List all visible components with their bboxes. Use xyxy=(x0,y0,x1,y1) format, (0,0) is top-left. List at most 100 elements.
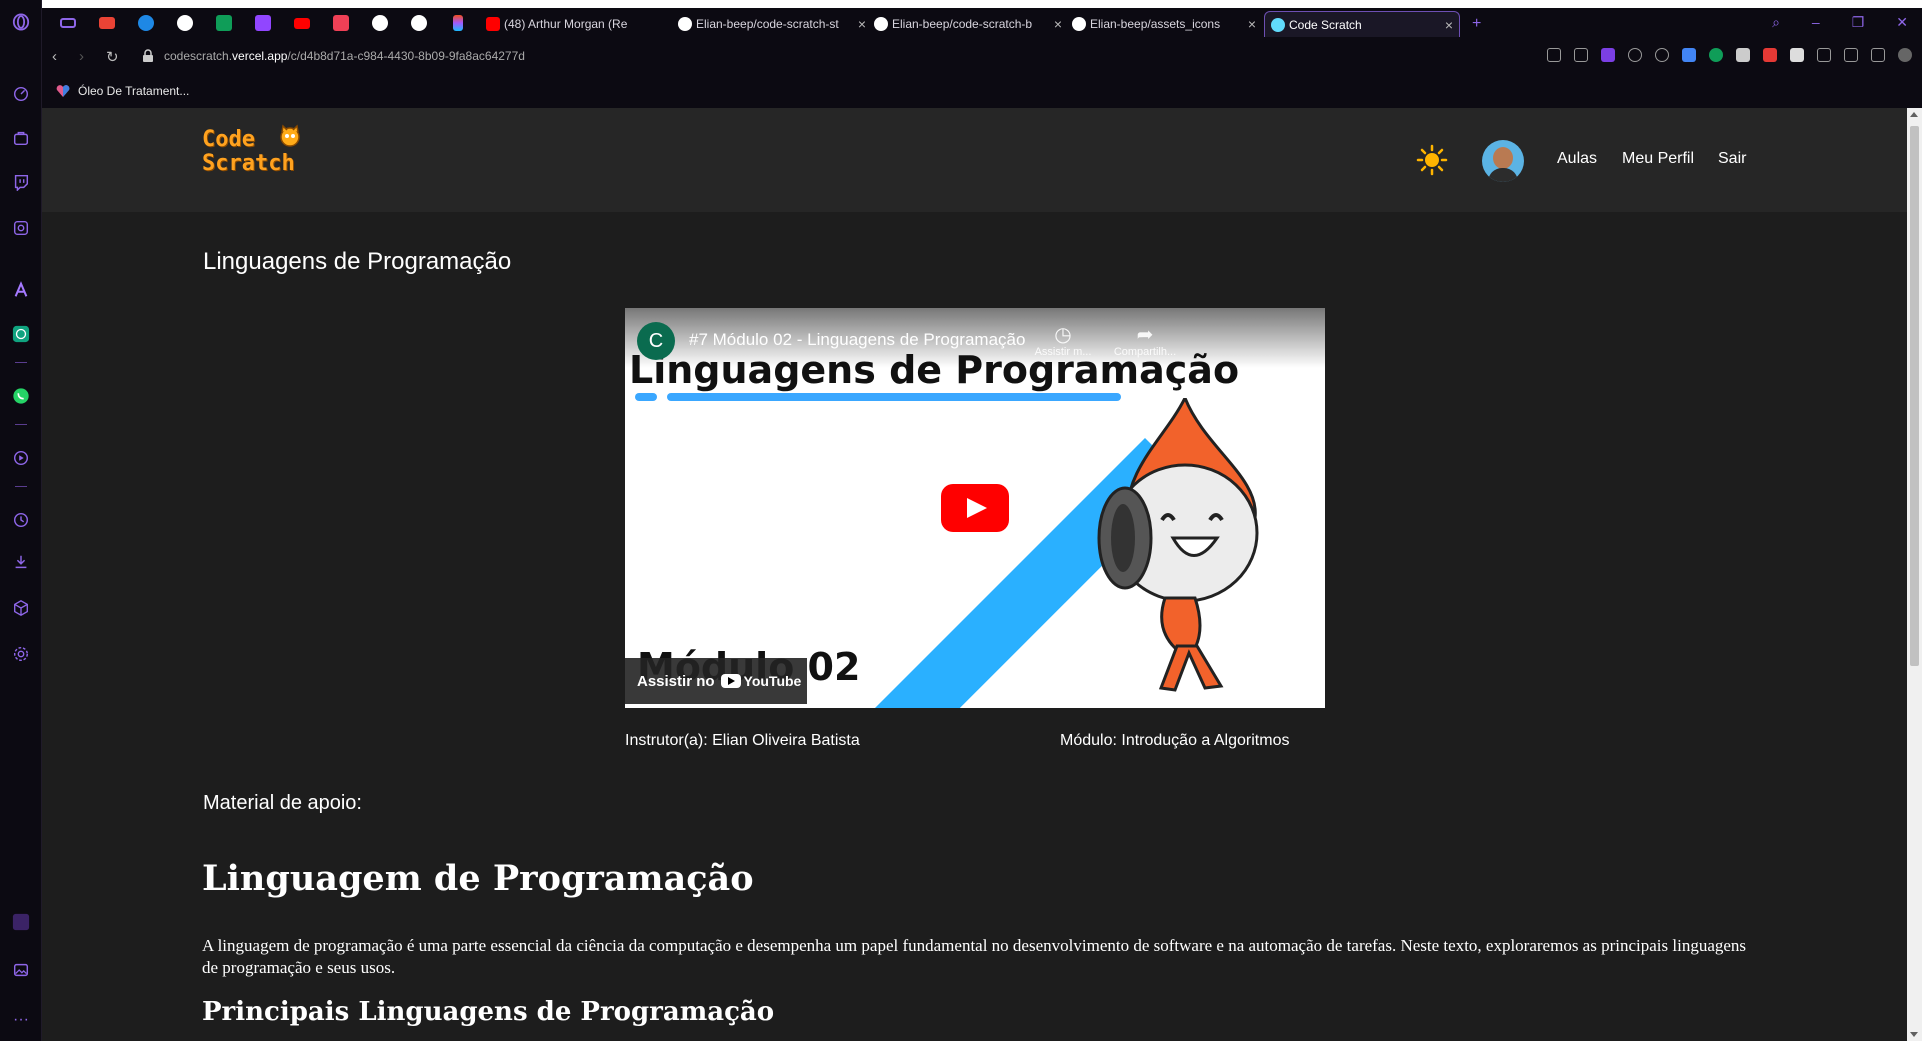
browser-sidebar: ··· xyxy=(0,0,42,1041)
close-tab-icon[interactable]: × xyxy=(1054,16,1062,32)
downloads-icon[interactable] xyxy=(11,552,31,572)
nav-perfil-link[interactable]: Meu Perfil xyxy=(1622,150,1694,168)
whatsapp-icon[interactable] xyxy=(11,386,31,406)
shield-icon[interactable] xyxy=(1601,48,1615,62)
scrollbar-thumb[interactable] xyxy=(1910,126,1919,666)
speed-dial-icon[interactable] xyxy=(11,84,31,104)
extensions-toolbar xyxy=(1547,48,1912,62)
workspace-icon[interactable] xyxy=(11,912,31,932)
nav-aulas-link[interactable]: Aulas xyxy=(1557,150,1597,168)
extensions-cube-icon[interactable] xyxy=(11,598,31,618)
close-tab-icon[interactable]: × xyxy=(1248,16,1256,32)
thumbnail-underline xyxy=(667,393,1121,401)
url-field[interactable]: codescratch.vercel.app/c/d4b8d71a-c984-4… xyxy=(164,49,525,63)
youtube-play-icon xyxy=(720,674,741,688)
camera-icon[interactable] xyxy=(1574,48,1588,62)
avatar[interactable] xyxy=(1482,140,1524,182)
search-tabs-icon[interactable]: ⌕ xyxy=(1772,14,1780,31)
nav-buttons: ‹ › ↻ xyxy=(52,48,119,66)
github-icon xyxy=(1072,17,1086,31)
close-tab-icon[interactable]: × xyxy=(858,16,866,32)
close-window-icon[interactable]: ✕ xyxy=(1896,14,1908,31)
restore-icon[interactable]: ❐ xyxy=(1852,14,1865,31)
pinned-tab-gamepad-icon[interactable] xyxy=(48,14,87,32)
gallery-icon[interactable] xyxy=(11,960,31,980)
window-controls: ⌕ – ❐ ✕ xyxy=(1772,14,1908,31)
money-icon[interactable] xyxy=(1709,48,1723,62)
player-icon[interactable] xyxy=(11,448,31,468)
clock-icon: ◷ xyxy=(1054,324,1072,346)
tab-code-scratch[interactable]: Code Scratch × xyxy=(1264,11,1460,37)
chatgpt-icon[interactable] xyxy=(11,324,31,344)
history-icon[interactable] xyxy=(11,510,31,530)
page-scrollbar[interactable] xyxy=(1907,108,1922,1041)
pinned-tab-figma-icon[interactable] xyxy=(438,14,477,32)
github-icon xyxy=(874,17,888,31)
video-title[interactable]: #7 Módulo 02 - Linguagens de Programação xyxy=(689,330,1025,350)
address-bar: ‹ › ↻ codescratch.vercel.app/c/d4b8d71a-… xyxy=(42,38,1922,76)
send-icon[interactable] xyxy=(1628,48,1642,62)
lesson-title: Linguagens de Programação xyxy=(203,248,512,275)
channel-avatar[interactable]: C xyxy=(637,322,675,360)
tab-bar: (48) Arthur Morgan (Re× Elian-beep/code-… xyxy=(42,0,1922,38)
settings-gear-icon[interactable] xyxy=(11,644,31,664)
opera-logo-icon[interactable] xyxy=(11,12,31,32)
site-logo[interactable]: Code Scratch xyxy=(202,124,300,176)
watch-on-youtube-button[interactable]: Assistir no YouTube xyxy=(625,658,807,704)
browser-window: ··· (48) Arthur Morgan (Re× Elian-beep/c… xyxy=(0,0,1922,1041)
scroll-down-arrow[interactable] xyxy=(1910,1032,1918,1037)
pinned-tab-sheets-icon[interactable] xyxy=(204,14,243,32)
scratch-cat-icon xyxy=(280,124,300,147)
edit-icon[interactable] xyxy=(1547,48,1561,62)
tab-github-st[interactable]: Elian-beep/code-scratch-st × xyxy=(672,11,872,37)
pinned-tab-pocket-icon[interactable] xyxy=(321,14,360,32)
tab-github-assets[interactable]: Elian-beep/assets_icons × xyxy=(1066,11,1262,37)
eyedropper-icon[interactable] xyxy=(1790,48,1804,62)
youtube-ext-icon[interactable] xyxy=(1763,48,1777,62)
scroll-up-arrow[interactable] xyxy=(1910,112,1918,117)
pinned-tab-youtube-icon[interactable] xyxy=(282,14,321,32)
tracker-icon[interactable] xyxy=(11,218,31,238)
support-material-title: Material de apoio: xyxy=(203,792,362,814)
play-button[interactable] xyxy=(941,484,1009,532)
forward-icon[interactable]: › xyxy=(79,48,84,66)
bookmark-item[interactable]: Óleo De Tratament... xyxy=(56,84,189,98)
youtube-embed[interactable]: Linguagens de Programação C #7 Módulo 02… xyxy=(625,308,1325,708)
pinned-tab-github-icon[interactable] xyxy=(165,14,204,32)
minimize-icon[interactable]: – xyxy=(1812,14,1820,31)
menu-icon[interactable] xyxy=(1871,48,1885,62)
cube-icon[interactable] xyxy=(1817,48,1831,62)
pinned-tab-twitch-icon[interactable] xyxy=(243,14,282,32)
reload-icon[interactable]: ↻ xyxy=(106,48,119,66)
pinned-tab-gmail-icon[interactable] xyxy=(87,14,126,32)
youtube-icon xyxy=(486,17,500,31)
shopping-icon[interactable] xyxy=(11,128,31,148)
pinned-tab-github-icon[interactable] xyxy=(360,14,399,32)
share-button[interactable]: ➦ Compartilh... xyxy=(1105,322,1185,358)
aria-icon[interactable] xyxy=(11,280,31,300)
site-header: Code Scratch Aulas Meu Perfil Sair xyxy=(42,108,1907,212)
translate-icon[interactable] xyxy=(1682,48,1696,62)
thumbnail-underline xyxy=(635,393,657,401)
web-page: Code Scratch Aulas Meu Perfil Sair Lingu… xyxy=(42,108,1907,1041)
pinned-tab-blue-icon[interactable] xyxy=(126,14,165,32)
tab-github-b[interactable]: Elian-beep/code-scratch-b × xyxy=(868,11,1068,37)
close-tab-icon[interactable]: × xyxy=(1445,17,1453,33)
sidebar-divider xyxy=(15,486,27,487)
more-icon[interactable]: ··· xyxy=(11,1010,31,1030)
profile-icon[interactable] xyxy=(1898,48,1912,62)
watch-later-button[interactable]: ◷ Assistir m... xyxy=(1023,322,1103,358)
back-icon[interactable]: ‹ xyxy=(52,48,57,66)
theme-toggle-sun-icon[interactable] xyxy=(1416,144,1448,176)
nav-sair-link[interactable]: Sair xyxy=(1718,150,1746,168)
heart-icon[interactable] xyxy=(1655,48,1669,62)
vuetify-icon[interactable] xyxy=(1736,48,1750,62)
new-tab-button[interactable]: + xyxy=(1472,15,1481,33)
twitch-icon[interactable] xyxy=(11,172,31,192)
tab-youtube[interactable]: (48) Arthur Morgan (Re× xyxy=(480,11,698,37)
pinned-tab-github-icon[interactable] xyxy=(399,14,438,32)
download-icon[interactable] xyxy=(1844,48,1858,62)
avatar-body xyxy=(1488,168,1518,182)
react-icon xyxy=(1271,17,1285,32)
article-subheading: Principais Linguagens de Programação xyxy=(202,997,775,1027)
